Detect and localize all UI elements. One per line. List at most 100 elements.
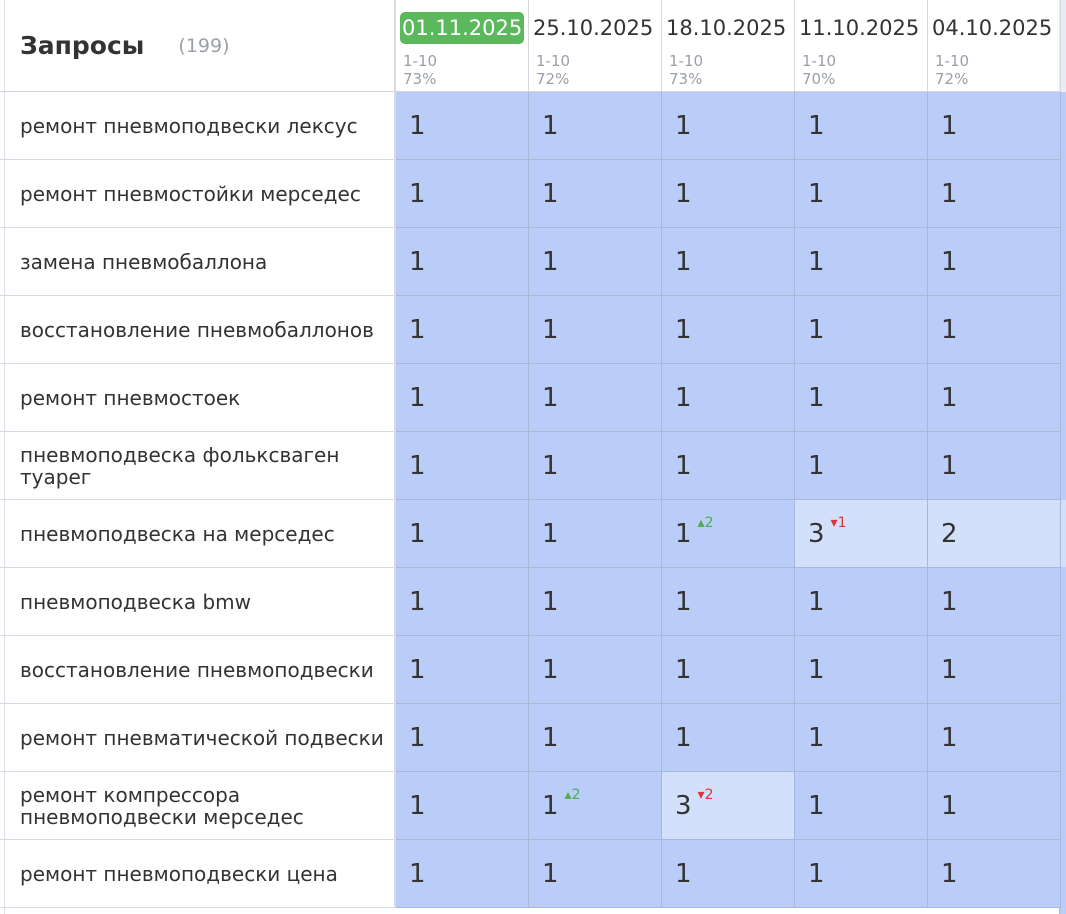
position-cell[interactable]: 1 bbox=[529, 160, 662, 228]
column-percent: 72% bbox=[536, 70, 570, 88]
position-cell[interactable]: 1 bbox=[795, 704, 928, 772]
query-text: ремонт пневмоподвески цена bbox=[20, 861, 338, 886]
position-cell[interactable]: 1 bbox=[662, 92, 795, 160]
query-row-label[interactable]: пневмоподвеска bmw bbox=[0, 568, 396, 636]
queries-header[interactable]: Запросы (199) bbox=[0, 0, 396, 92]
position-value: 1 bbox=[941, 110, 958, 141]
position-cell[interactable]: 1 bbox=[396, 432, 529, 500]
position-cell[interactable]: 1 bbox=[795, 296, 928, 364]
position-down-delta: ▾2 bbox=[697, 786, 714, 803]
position-cell[interactable]: 1 bbox=[662, 636, 795, 704]
column-date[interactable]: 11.10.2025 bbox=[799, 12, 919, 44]
position-cell[interactable]: 1 ▴2 bbox=[529, 772, 662, 840]
query-row-label[interactable]: ремонт пневмоподвески лексус bbox=[0, 92, 396, 160]
position-value: 3 bbox=[808, 518, 825, 549]
query-row-label[interactable]: ремонт пневмостойки мерседес bbox=[0, 160, 396, 228]
position-cell[interactable]: 1 bbox=[795, 228, 928, 296]
position-cell[interactable]: 1 bbox=[928, 92, 1061, 160]
position-cell[interactable]: 1 bbox=[662, 432, 795, 500]
position-cell[interactable]: 1 ▴2 bbox=[662, 500, 795, 568]
position-cell[interactable]: 1 bbox=[662, 704, 795, 772]
position-cell[interactable]: 1 bbox=[928, 568, 1061, 636]
position-cell[interactable]: 1 bbox=[662, 228, 795, 296]
query-row-label[interactable]: восстановление пневмоподвески bbox=[0, 636, 396, 704]
position-cell[interactable]: 1 bbox=[928, 636, 1061, 704]
position-value: 1 bbox=[409, 858, 426, 889]
position-cell[interactable]: 1 bbox=[529, 636, 662, 704]
query-row-label[interactable]: замена пневмобаллона bbox=[0, 228, 396, 296]
position-cell[interactable]: 1 bbox=[795, 840, 928, 908]
position-cell[interactable]: 1 bbox=[396, 364, 529, 432]
date-column-header[interactable]: 01.11.2025 1-10 73% bbox=[396, 0, 529, 92]
position-cell[interactable]: 1 bbox=[928, 840, 1061, 908]
position-cell[interactable]: 1 bbox=[529, 840, 662, 908]
position-cell[interactable]: 1 bbox=[928, 772, 1061, 840]
query-row-label[interactable]: ремонт пневмостоек bbox=[0, 364, 396, 432]
position-cell[interactable]: 1 bbox=[662, 840, 795, 908]
position-cell[interactable]: 1 bbox=[795, 636, 928, 704]
column-date[interactable]: 01.11.2025 bbox=[400, 12, 525, 44]
query-row-label[interactable]: пневмоподвеска на мерседес bbox=[0, 500, 396, 568]
position-cell[interactable]: 1 bbox=[529, 364, 662, 432]
column-date[interactable]: 25.10.2025 bbox=[533, 12, 653, 44]
query-text: ремонт компрессора пневмоподвески мерсед… bbox=[20, 782, 304, 829]
position-cell[interactable]: 3 ▾1 bbox=[795, 500, 928, 568]
position-cell[interactable]: 1 bbox=[928, 704, 1061, 772]
column-date[interactable]: 04.10.2025 bbox=[932, 12, 1052, 44]
position-value: 1 bbox=[675, 858, 692, 889]
position-cell[interactable]: 1 bbox=[396, 568, 529, 636]
position-cell[interactable]: 1 bbox=[795, 92, 928, 160]
position-cell[interactable]: 1 bbox=[396, 500, 529, 568]
query-text: ремонт пневмостоек bbox=[20, 385, 241, 410]
position-cell[interactable]: 1 bbox=[928, 364, 1061, 432]
position-cell[interactable]: 1 bbox=[662, 364, 795, 432]
position-cell[interactable]: 1 bbox=[795, 432, 928, 500]
query-text: ремонт пневматической подвески bbox=[20, 725, 384, 750]
column-date[interactable]: 18.10.2025 bbox=[666, 12, 786, 44]
date-column-header[interactable]: 04.10.2025 1-10 72% bbox=[928, 0, 1061, 92]
date-column-header[interactable]: 18.10.2025 1-10 73% bbox=[662, 0, 795, 92]
position-cell[interactable]: 1 bbox=[396, 228, 529, 296]
position-cell[interactable]: 1 bbox=[529, 704, 662, 772]
position-value: 1 bbox=[808, 722, 825, 753]
position-value: 1 bbox=[941, 722, 958, 753]
position-cell[interactable]: 1 bbox=[928, 432, 1061, 500]
position-cell[interactable]: 1 bbox=[795, 160, 928, 228]
query-row-label[interactable]: ремонт пневматической подвески bbox=[0, 704, 396, 772]
position-cell[interactable]: 1 bbox=[529, 296, 662, 364]
position-cell[interactable]: 2 bbox=[928, 500, 1061, 568]
position-cell[interactable]: 1 bbox=[529, 568, 662, 636]
position-cell[interactable]: 1 bbox=[529, 500, 662, 568]
position-cell[interactable]: 1 bbox=[529, 432, 662, 500]
position-cell[interactable]: 1 bbox=[529, 228, 662, 296]
query-row-label[interactable]: ремонт компрессора пневмоподвески мерсед… bbox=[0, 772, 396, 840]
position-cell[interactable]: 1 bbox=[529, 92, 662, 160]
position-cell[interactable]: 1 bbox=[795, 568, 928, 636]
position-cell[interactable]: 1 bbox=[396, 296, 529, 364]
position-cell[interactable]: 1 bbox=[396, 636, 529, 704]
position-value: 1 bbox=[542, 518, 559, 549]
position-cell[interactable]: 3 ▾2 bbox=[662, 772, 795, 840]
position-cell[interactable]: 1 bbox=[928, 228, 1061, 296]
position-value: 1 bbox=[675, 450, 692, 481]
position-cell[interactable]: 1 bbox=[928, 296, 1061, 364]
position-cell[interactable]: 1 bbox=[662, 296, 795, 364]
position-cell[interactable]: 1 bbox=[396, 772, 529, 840]
position-cell[interactable]: 1 bbox=[396, 704, 529, 772]
position-cell[interactable]: 1 bbox=[396, 840, 529, 908]
query-row-label[interactable]: восстановление пневмобаллонов bbox=[0, 296, 396, 364]
position-cell[interactable]: 1 bbox=[662, 568, 795, 636]
position-cell[interactable]: 1 bbox=[396, 160, 529, 228]
position-cell[interactable]: 1 bbox=[662, 160, 795, 228]
position-cell[interactable]: 1 bbox=[928, 160, 1061, 228]
position-cell[interactable]: 1 bbox=[795, 772, 928, 840]
position-cell[interactable]: 1 bbox=[396, 92, 529, 160]
date-column-header[interactable]: 25.10.2025 1-10 72% bbox=[529, 0, 662, 92]
position-value: 1 bbox=[808, 790, 825, 821]
query-row-label[interactable]: ремонт пневмоподвески цена bbox=[0, 840, 396, 908]
query-row-label[interactable]: пневмоподвеска фольксваген туарег bbox=[0, 432, 396, 500]
date-column-header[interactable]: 11.10.2025 1-10 70% bbox=[795, 0, 928, 92]
position-value: 1 bbox=[941, 178, 958, 209]
position-cell[interactable]: 1 bbox=[795, 364, 928, 432]
position-value: 1 bbox=[542, 586, 559, 617]
